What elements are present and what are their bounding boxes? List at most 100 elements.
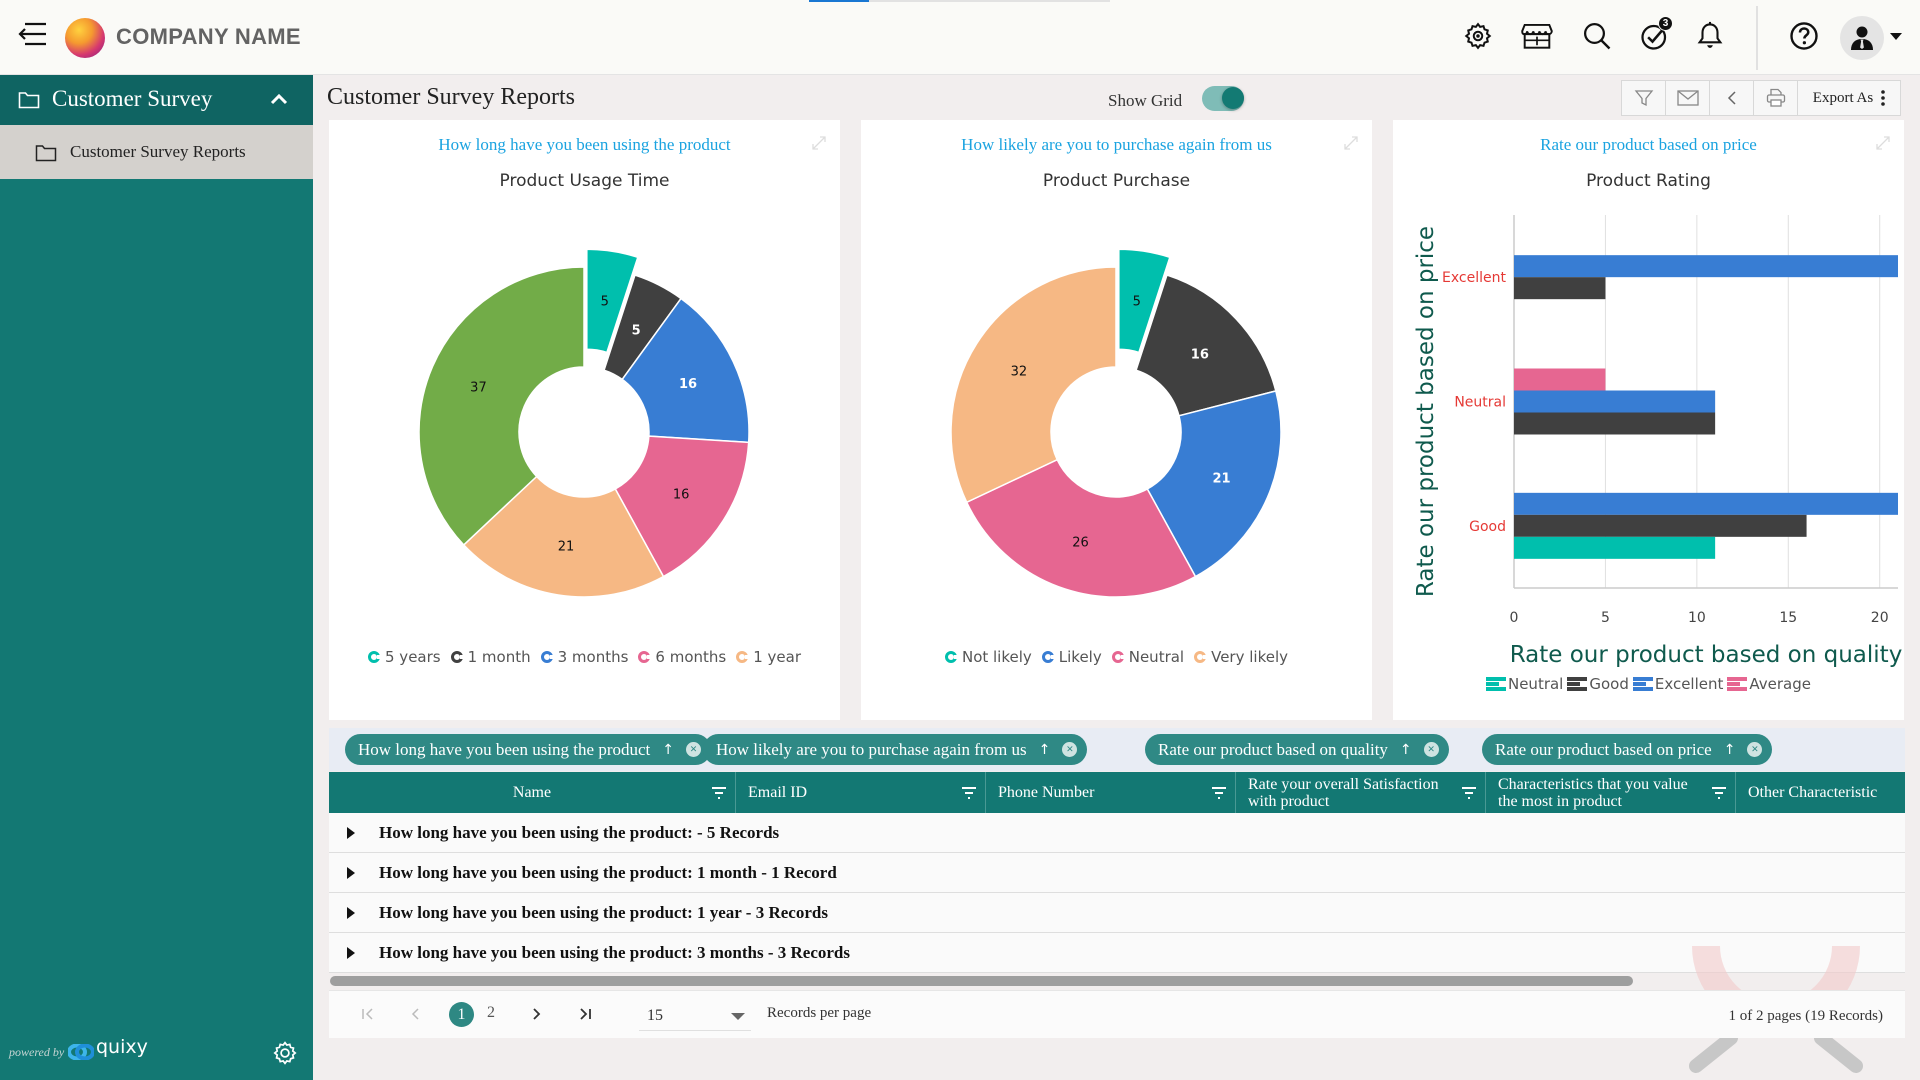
notifications-button[interactable] xyxy=(1692,18,1728,54)
column-header-other-characteristic[interactable]: Other Characteristic xyxy=(1735,772,1905,813)
legend-marker-icon xyxy=(1194,651,1208,663)
previous-page-icon[interactable] xyxy=(410,1007,420,1021)
column-filter-icon[interactable] xyxy=(711,786,727,800)
back-button[interactable] xyxy=(1709,80,1754,116)
bar-average-neutral[interactable] xyxy=(1514,368,1606,391)
legend-item[interactable]: 5 years xyxy=(368,648,441,666)
loading-progress-bar xyxy=(809,0,1110,2)
legend-label: 1 month xyxy=(467,648,531,666)
print-button[interactable] xyxy=(1753,80,1798,116)
table-group-row[interactable]: How long have you been using the product… xyxy=(329,853,1905,893)
table-group-row[interactable]: How long have you been using the product… xyxy=(329,893,1905,933)
group-row-text: How long have you been using the product… xyxy=(379,903,828,922)
chevron-up-icon[interactable] xyxy=(270,92,288,106)
column-filter-icon[interactable] xyxy=(1711,786,1727,800)
header-divider xyxy=(1756,6,1758,70)
remove-chip-icon[interactable]: ✕ xyxy=(1747,742,1763,757)
group-chip[interactable]: How likely are you to purchase again fro… xyxy=(703,734,1088,765)
legend-item[interactable]: Excellent xyxy=(1632,675,1723,693)
page-button-current[interactable]: 1 xyxy=(449,1002,474,1027)
bar-good-good[interactable] xyxy=(1514,514,1807,537)
group-row-text: How long have you been using the product… xyxy=(379,943,851,962)
group-chip[interactable]: Rate our product based on price ↑ ✕ xyxy=(1482,734,1773,765)
table-group-row[interactable]: How long have you been using the product… xyxy=(329,813,1905,853)
horizontal-scrollbar[interactable] xyxy=(330,976,1633,986)
legend-item[interactable]: 1 year xyxy=(736,648,801,666)
toggle-knob xyxy=(1222,87,1244,109)
tasks-button[interactable]: 3 xyxy=(1637,16,1673,54)
legend-item[interactable]: 1 month xyxy=(450,648,531,666)
column-header-satisfaction[interactable]: Rate your overall Satisfaction with prod… xyxy=(1235,772,1485,813)
user-menu-dropdown-icon[interactable] xyxy=(1890,33,1902,40)
sort-ascending-icon[interactable]: ↑ xyxy=(1724,742,1736,758)
column-header-phone[interactable]: Phone Number xyxy=(985,772,1235,813)
column-filter-icon[interactable] xyxy=(961,786,977,800)
expand-row-icon[interactable] xyxy=(347,827,355,839)
remove-chip-icon[interactable]: ✕ xyxy=(1423,742,1439,757)
donut-slice-very-likely[interactable] xyxy=(950,266,1117,504)
remove-chip-icon[interactable]: ✕ xyxy=(1062,742,1078,757)
donut-chart-usage-time: 5 5 16 16 21 37 xyxy=(418,248,750,598)
sort-ascending-icon[interactable]: ↑ xyxy=(1400,742,1412,758)
records-per-page-value: 15 xyxy=(647,1007,663,1024)
column-filter-icon[interactable] xyxy=(1211,786,1227,800)
expand-row-icon[interactable] xyxy=(347,907,355,919)
legend-item[interactable]: Average xyxy=(1727,675,1811,693)
legend-item[interactable]: Not likely xyxy=(944,648,1032,666)
group-chip[interactable]: How long have you been using the product… xyxy=(345,734,711,765)
x-tick-label: 5 xyxy=(1601,610,1610,626)
bar-good-neutral[interactable] xyxy=(1514,412,1716,435)
records-per-page-select[interactable]: 15 xyxy=(639,1001,751,1031)
legend-item[interactable]: Neutral xyxy=(1111,648,1184,666)
column-header-name[interactable]: Name xyxy=(329,772,735,813)
legend-label: Likely xyxy=(1058,648,1102,666)
expand-row-icon[interactable] xyxy=(347,867,355,879)
legend-item[interactable]: 6 months xyxy=(638,648,726,666)
legend-item[interactable]: 3 months xyxy=(540,648,628,666)
mail-icon xyxy=(1676,90,1699,106)
quixy-logo-icon xyxy=(68,1044,94,1060)
remove-chip-icon[interactable]: ✕ xyxy=(685,742,701,757)
legend-item[interactable]: Neutral xyxy=(1485,675,1564,693)
y-category-label: Good xyxy=(1469,519,1506,535)
group-chip[interactable]: Rate our product based on quality ↑ ✕ xyxy=(1145,734,1449,765)
user-avatar-button[interactable] xyxy=(1840,16,1884,60)
legend-bar-icon xyxy=(1485,677,1506,691)
sidebar-item-customer-survey-reports[interactable]: Customer Survey Reports xyxy=(0,125,313,179)
column-header-characteristics[interactable]: Characteristics that you value the most … xyxy=(1485,772,1735,813)
legend-item[interactable]: Likely xyxy=(1041,648,1102,666)
bar-good-excellent[interactable] xyxy=(1514,277,1606,300)
menu-collapse-button[interactable] xyxy=(16,20,48,48)
first-page-icon[interactable] xyxy=(361,1007,375,1021)
column-header-email[interactable]: Email ID xyxy=(735,772,985,813)
sidebar: Customer Survey Customer Survey Reports … xyxy=(0,75,313,1080)
bar-excellent-excellent[interactable] xyxy=(1514,255,1898,278)
bell-icon xyxy=(1697,21,1723,48)
search-button[interactable] xyxy=(1579,18,1615,54)
group-chip-label: How long have you been using the product xyxy=(358,739,651,759)
legend-item[interactable]: Good xyxy=(1567,675,1629,693)
sort-ascending-icon[interactable]: ↑ xyxy=(1039,742,1051,758)
sort-ascending-icon[interactable]: ↑ xyxy=(662,742,674,758)
column-filter-icon[interactable] xyxy=(1461,786,1477,800)
legend-item[interactable]: Very likely xyxy=(1194,648,1288,666)
help-button[interactable] xyxy=(1786,18,1822,54)
sidebar-item-label: Customer Survey Reports xyxy=(70,142,246,161)
bar-excellent-good[interactable] xyxy=(1514,492,1898,515)
export-as-button[interactable]: Export As xyxy=(1797,80,1901,116)
settings-button[interactable] xyxy=(1460,18,1496,54)
expand-row-icon[interactable] xyxy=(347,947,355,959)
page-button[interactable]: 2 xyxy=(487,1004,495,1022)
sidebar-settings-icon[interactable] xyxy=(272,1040,298,1066)
last-page-icon[interactable] xyxy=(578,1007,592,1021)
legend-label: Neutral xyxy=(1507,675,1564,693)
show-grid-toggle[interactable] xyxy=(1202,86,1244,111)
next-page-icon[interactable] xyxy=(531,1007,541,1021)
email-button[interactable] xyxy=(1665,80,1710,116)
bar-excellent-neutral[interactable] xyxy=(1514,390,1716,413)
filter-button[interactable] xyxy=(1621,80,1666,116)
bar-neutral-good[interactable] xyxy=(1514,536,1716,559)
table-group-row[interactable]: How long have you been using the product… xyxy=(329,933,1905,973)
store-button[interactable] xyxy=(1519,18,1555,54)
sidebar-section-customer-survey[interactable]: Customer Survey xyxy=(0,75,313,125)
